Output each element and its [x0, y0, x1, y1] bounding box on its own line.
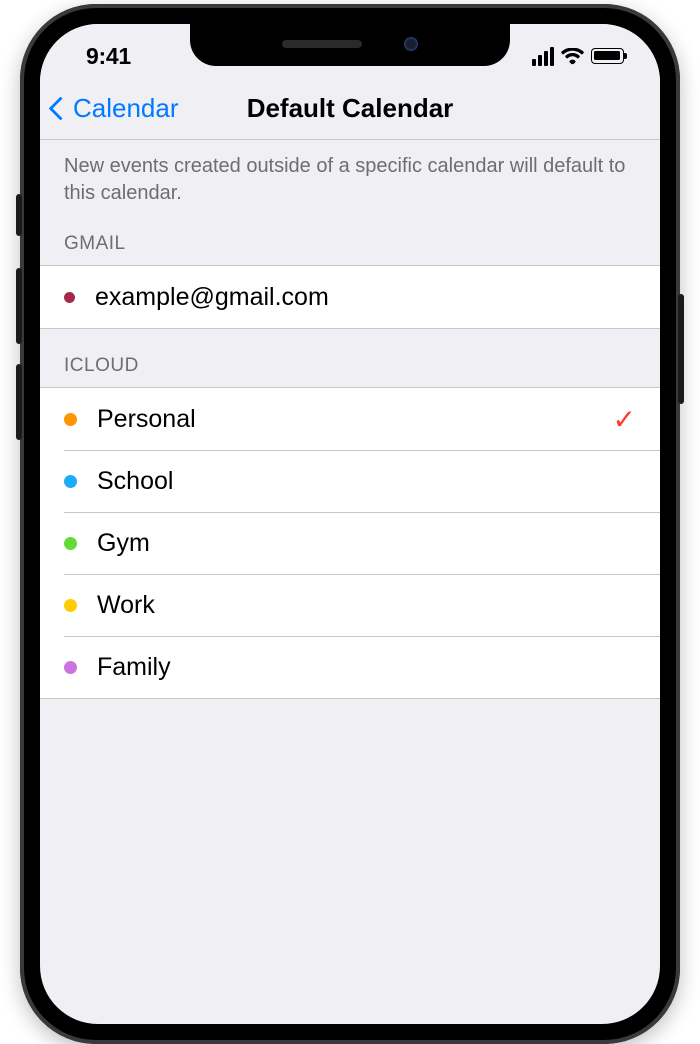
battery-icon [591, 48, 624, 64]
chevron-left-icon [48, 96, 72, 120]
calendar-color-dot [64, 292, 75, 303]
status-time: 9:41 [76, 33, 131, 70]
navigation-bar: Calendar Default Calendar [40, 78, 660, 140]
back-button[interactable]: Calendar [40, 93, 179, 124]
calendar-color-dot [64, 475, 77, 488]
calendar-label: Work [97, 591, 636, 620]
calendar-row-family[interactable]: Family [40, 636, 660, 698]
calendar-color-dot [64, 599, 77, 612]
calendar-color-dot [64, 661, 77, 674]
calendar-row-gym[interactable]: Gym [40, 512, 660, 574]
calendar-label: Personal [97, 405, 613, 434]
calendar-label: example@gmail.com [95, 283, 636, 312]
phone-frame: 9:41 Calendar Default Calendar New event… [20, 4, 680, 1044]
status-indicators [532, 37, 624, 66]
section-description: New events created outside of a specific… [40, 140, 660, 215]
checkmark-icon: ✓ [613, 403, 636, 436]
mute-switch [16, 194, 22, 236]
calendar-label: Family [97, 653, 636, 682]
front-camera [404, 37, 418, 51]
screen: 9:41 Calendar Default Calendar New event… [40, 24, 660, 1024]
calendar-list-gmail: example@gmail.com [40, 265, 660, 329]
calendar-row-work[interactable]: Work [40, 574, 660, 636]
calendar-color-dot [64, 537, 77, 550]
cellular-signal-icon [532, 47, 554, 66]
wifi-icon [561, 48, 584, 65]
side-button [678, 294, 684, 404]
volume-down-button [16, 364, 22, 440]
group-header-gmail: GMAIL [40, 215, 660, 265]
calendar-list-icloud: Personal ✓ School Gym Work Family [40, 387, 660, 699]
group-header-icloud: ICLOUD [40, 329, 660, 387]
calendar-label: Gym [97, 529, 636, 558]
calendar-label: School [97, 467, 636, 496]
back-label: Calendar [73, 93, 179, 124]
speaker-grille [282, 40, 362, 48]
volume-up-button [16, 268, 22, 344]
calendar-row-personal[interactable]: Personal ✓ [40, 388, 660, 450]
notch [190, 24, 510, 66]
calendar-color-dot [64, 413, 77, 426]
calendar-row-gmail-0[interactable]: example@gmail.com [40, 266, 660, 328]
calendar-row-school[interactable]: School [40, 450, 660, 512]
